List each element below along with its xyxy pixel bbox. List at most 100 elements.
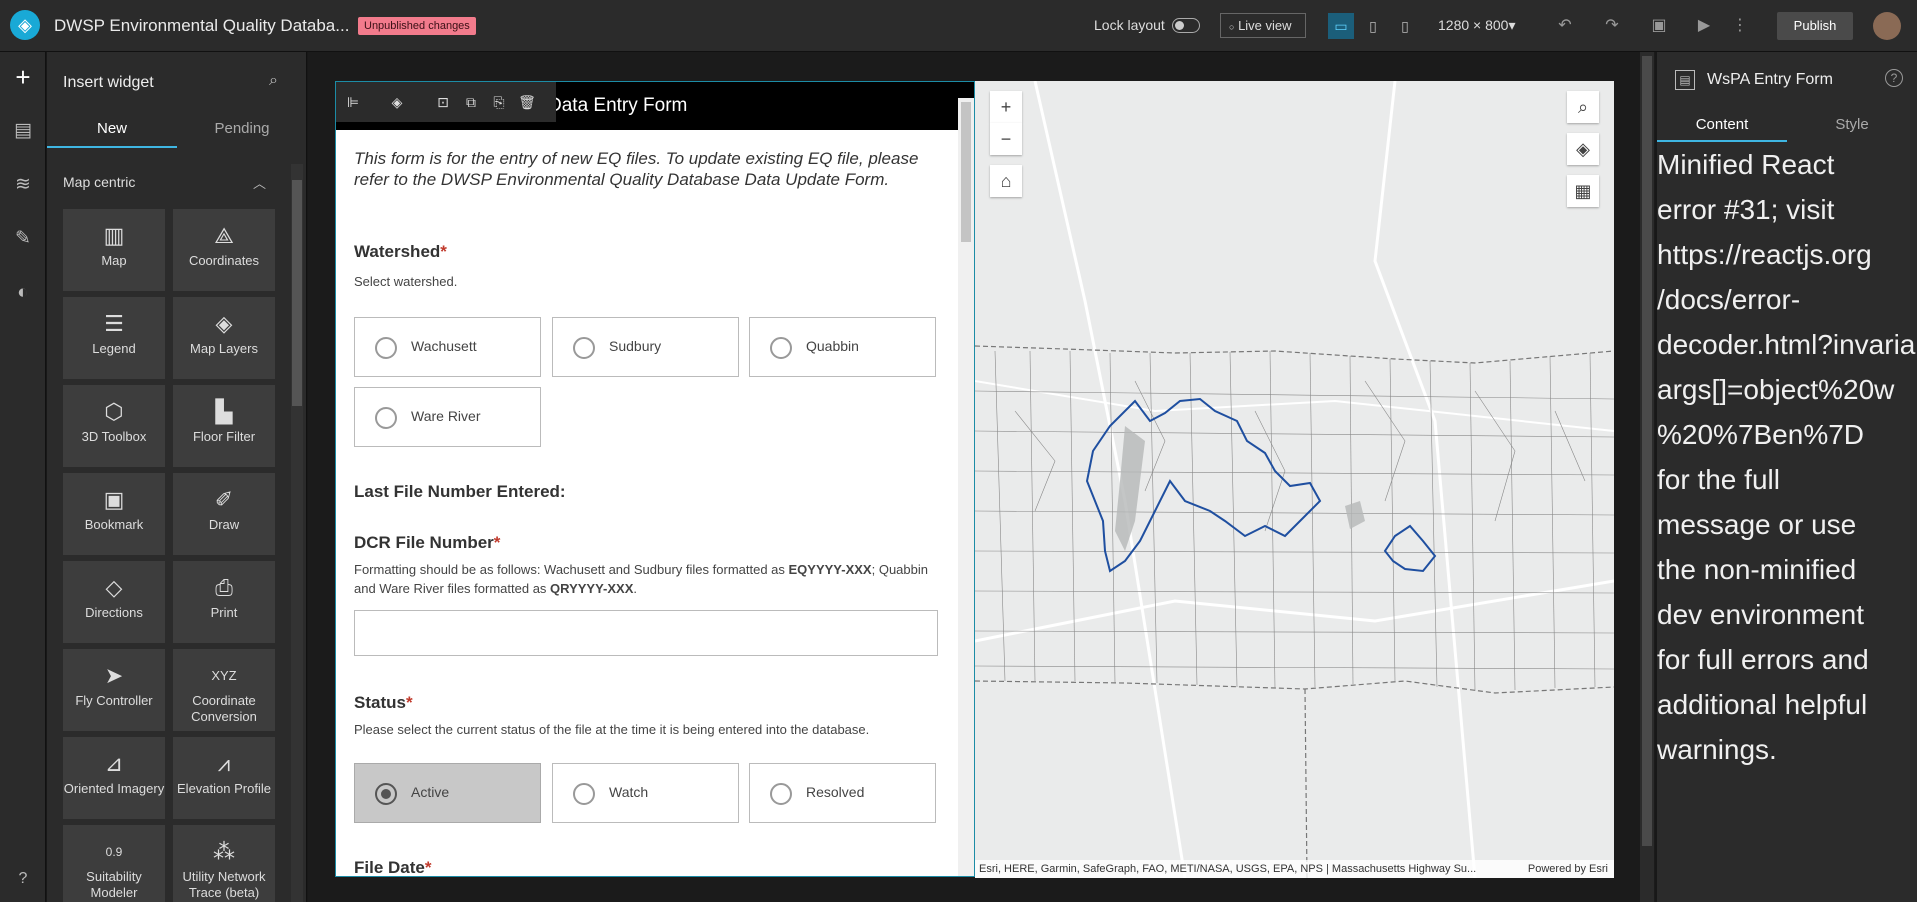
scrollbar-thumb[interactable] (961, 102, 971, 242)
widget-tile[interactable]: ✐ Draw (173, 473, 275, 555)
widget-tile[interactable]: ◇ Directions (63, 561, 165, 643)
data-icon[interactable]: ≋ (8, 170, 38, 200)
form-widget[interactable]: Data Entry Form ⊫ ◈ ⊡ ⧉ ⎘ 🗑 This form is… (335, 81, 975, 877)
widget-label: Floor Filter (192, 429, 256, 444)
error-line: message or use (1657, 509, 1857, 540)
map-widget[interactable]: + − ⌂ ⌕ ◈ ▦ Esri, HERE, Garmin, SafeGrap… (975, 81, 1614, 878)
add-icon[interactable]: + (8, 62, 38, 92)
dcr-hint-text: . (633, 581, 637, 596)
widget-tile[interactable]: ⟁ Coordinates (173, 209, 275, 291)
canvas-scrollbar[interactable] (1640, 52, 1654, 902)
delete-icon[interactable]: 🗑 (516, 92, 538, 112)
copy-to-icon[interactable]: ⎘ (488, 92, 510, 112)
duplicate-icon[interactable]: ⧉ (460, 92, 482, 112)
phone-view-icon[interactable]: ▯ (1392, 13, 1418, 39)
radio-quabbin[interactable]: Quabbin (749, 317, 936, 377)
radio-watch[interactable]: Watch (552, 763, 739, 823)
basemap[interactable] (975, 81, 1614, 878)
scrollbar-thumb[interactable] (292, 180, 302, 406)
widget-label: Draw (208, 517, 240, 532)
tab-new[interactable]: New (47, 114, 177, 148)
map-attribution: Esri, HERE, Garmin, SafeGraph, FAO, METI… (975, 860, 1614, 878)
draw-icon: ✐ (214, 487, 234, 512)
radio-resolved[interactable]: Resolved (749, 763, 936, 823)
app-title[interactable]: DWSP Environmental Quality Databa... (54, 16, 349, 36)
live-view-button[interactable]: ○ Live view (1220, 13, 1306, 38)
radio-active[interactable]: Active (354, 763, 541, 823)
map-layers-icon[interactable]: ◈ (1567, 133, 1599, 165)
tablet-view-icon[interactable]: ▯ (1360, 13, 1386, 39)
tools-icon[interactable]: ✎ (8, 224, 38, 254)
widget-tile[interactable]: ⁂ Utility Network Trace (beta) (173, 825, 275, 902)
theme-icon[interactable]: ◐ (8, 278, 38, 308)
tab-content[interactable]: Content (1657, 110, 1787, 142)
widget-tile[interactable]: ⊿ Oriented Imagery (63, 737, 165, 819)
required-mark: * (405, 693, 413, 712)
preview-icon[interactable]: ▶ (1692, 14, 1716, 38)
user-avatar[interactable] (1873, 12, 1901, 40)
map-search-icon[interactable]: ⌕ (1567, 91, 1599, 123)
chevron-up-icon[interactable]: ︿ (253, 173, 266, 192)
xyz-icon: XYZ (211, 668, 237, 683)
widget-label: 3D Toolbox (81, 429, 147, 444)
radio-circle-icon (375, 407, 397, 429)
dcr-file-number-input[interactable] (354, 610, 938, 656)
radio-wachusett[interactable]: Wachusett (354, 317, 541, 377)
form-scrollbar[interactable] (958, 98, 974, 876)
lock-icon[interactable]: ⊡ (432, 92, 454, 112)
widget-tile[interactable]: ▣ Bookmark (63, 473, 165, 555)
save-icon[interactable]: ▣ (1647, 14, 1671, 38)
redo-icon[interactable]: ↷ (1600, 14, 1624, 38)
widget-tile[interactable]: XYZ Coordinate Conversion (173, 649, 275, 731)
widget-tile[interactable]: ⬡ 3D Toolbox (63, 385, 165, 467)
required-mark: * (493, 533, 501, 552)
radio-label: Watch (609, 784, 649, 800)
publish-button[interactable]: Publish (1777, 12, 1853, 40)
tab-style[interactable]: Style (1787, 110, 1917, 142)
watershed-label: Watershed* (354, 242, 447, 262)
widget-tile[interactable]: ☰ Legend (63, 297, 165, 379)
powered-by[interactable]: Powered by Esri (1528, 860, 1608, 878)
widget-tile[interactable]: ◈ Map Layers (173, 297, 275, 379)
more-options-icon[interactable]: ⋮ (1728, 14, 1752, 38)
widget-tile[interactable]: 0.9 Suitability Modeler (63, 825, 165, 902)
panel-scrollbar[interactable] (291, 164, 303, 902)
widget-tile[interactable]: ➤ Fly Controller (63, 649, 165, 731)
lock-layout-label: Lock layout (1094, 17, 1165, 33)
undo-icon[interactable]: ↶ (1553, 14, 1577, 38)
status-label: Status* (354, 693, 413, 713)
zoom-out-icon[interactable]: − (990, 123, 1022, 155)
error-line: warnings. (1657, 734, 1777, 765)
scrollbar-thumb[interactable] (1642, 56, 1652, 846)
app-logo-icon[interactable]: ◈ (10, 10, 40, 40)
help-icon[interactable]: ? (8, 864, 38, 894)
radio-ware-river[interactable]: Ware River (354, 387, 541, 447)
settings-panel: ▤ WsPA Entry Form ? Content Style Minifi… (1657, 52, 1917, 902)
lock-layout-toggle[interactable] (1172, 18, 1200, 33)
insert-widget-panel: Insert widget ⌕ New Pending Map centric … (47, 52, 307, 902)
search-icon[interactable]: ⌕ (269, 72, 278, 90)
basemap-gallery-icon[interactable]: ▦ (1567, 175, 1599, 207)
panel-title: Insert widget (63, 74, 154, 91)
status-hint: Please select the current status of the … (354, 722, 870, 737)
radio-label: Quabbin (806, 338, 859, 354)
help-icon[interactable]: ? (1885, 69, 1903, 87)
layer-order-icon[interactable]: ◈ (386, 92, 408, 112)
home-icon[interactable]: ⌂ (990, 165, 1022, 197)
widget-tile[interactable]: ⎙ Print (173, 561, 275, 643)
resolution-dropdown[interactable]: 1280 × 800▾ (1438, 17, 1516, 34)
tab-pending[interactable]: Pending (177, 114, 307, 148)
desktop-view-icon[interactable]: ▭ (1328, 13, 1354, 39)
widget-tile[interactable]: ⩘ Elevation Profile (173, 737, 275, 819)
suitability-icon: 0.9 (105, 845, 123, 859)
zoom-in-icon[interactable]: + (990, 91, 1022, 123)
radio-sudbury[interactable]: Sudbury (552, 317, 739, 377)
radio-circle-icon (573, 783, 595, 805)
widget-label: Bookmark (84, 517, 144, 532)
widget-tile[interactable]: ▥ Map (63, 209, 165, 291)
widget-label: Utility Network Trace (beta) (182, 869, 266, 900)
widget-tile[interactable]: ▙ Floor Filter (173, 385, 275, 467)
align-icon[interactable]: ⊫ (342, 92, 364, 112)
page-icon[interactable]: ▤ (8, 116, 38, 146)
widget-label: Oriented Imagery (63, 781, 165, 796)
